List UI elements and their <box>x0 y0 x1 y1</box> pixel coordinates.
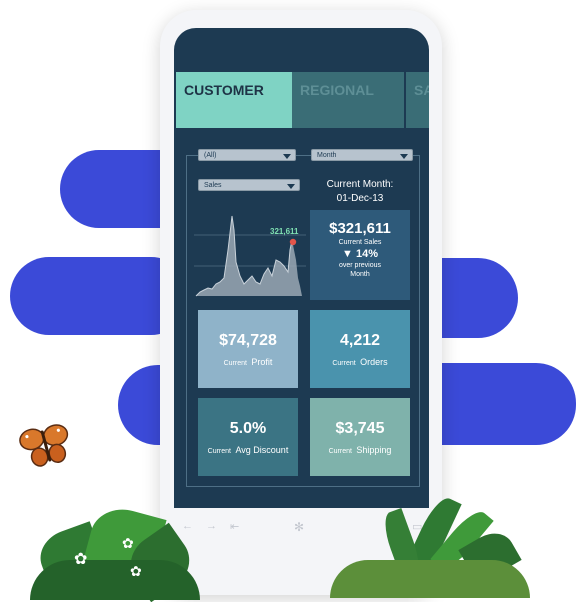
discount-label-main: Avg Discount <box>235 445 289 455</box>
orders-value: 4,212 <box>339 332 381 349</box>
orders-card[interactable]: 4,212 Current Orders <box>310 310 410 388</box>
sparkline-last-label: 321,611 <box>270 227 299 236</box>
leaf <box>30 560 200 600</box>
sparkline-last-point <box>289 238 297 246</box>
profit-label: Current Profit <box>198 352 298 370</box>
discount-card[interactable]: 5.0% Current Avg Discount <box>198 398 298 476</box>
profit-value: $74,728 <box>219 332 277 349</box>
foliage-right <box>330 490 530 598</box>
segment-dropdown[interactable]: (All) <box>198 149 296 161</box>
tableau-logo-icon[interactable]: ✻ <box>294 520 304 534</box>
segment-dropdown-value: (All) <box>204 152 217 159</box>
chevron-down-icon <box>283 154 291 159</box>
profit-card[interactable]: $74,728 Current Profit <box>198 310 298 388</box>
dashboard-screen: CUSTOMER REGIONAL SA (All) Month Sales C… <box>174 28 429 508</box>
shipping-value: $3,745 <box>335 420 385 437</box>
sales-change-value: 14% <box>355 248 378 260</box>
shipping-label: Current Shipping <box>310 440 410 458</box>
down-triangle-icon: ▼ <box>342 248 356 260</box>
butterfly-icon <box>19 424 69 467</box>
discount-label: Current Avg Discount <box>198 440 298 458</box>
flower-icon: ✿ <box>122 535 134 551</box>
profit-label-main: Profit <box>251 357 273 367</box>
grass <box>330 560 530 598</box>
current-month-value: 01-Dec-13 <box>336 193 384 204</box>
sales-change: ▼ 14% <box>310 248 410 260</box>
current-month-title: Current Month: 01-Dec-13 <box>310 178 410 206</box>
sales-label: Current Sales <box>338 239 382 246</box>
forward-arrow-icon[interactable]: → <box>206 520 217 532</box>
foliage-left: ✿ ✿ ✿ <box>30 501 201 602</box>
discount-label-small: Current <box>207 448 231 455</box>
discount-value: 5.0% <box>229 420 267 437</box>
tab-regional[interactable]: REGIONAL <box>292 72 404 128</box>
chevron-down-icon <box>400 154 408 159</box>
sales-value: $321,611 <box>329 220 391 237</box>
profit-label-small: Current <box>223 360 247 367</box>
tab-sales[interactable]: SA <box>406 72 429 128</box>
flower-icon: ✿ <box>130 563 142 579</box>
sales-sparkline: 321,611 <box>194 215 306 297</box>
orders-label: Current Orders <box>310 352 410 370</box>
revert-icon[interactable]: ⇤ <box>230 520 239 533</box>
flower-icon: ✿ <box>74 551 88 568</box>
shipping-card[interactable]: $3,745 Current Shipping <box>310 398 410 476</box>
tab-customer[interactable]: CUSTOMER <box>176 72 292 128</box>
sales-change-note: over previous Month <box>338 262 382 278</box>
decor-blob <box>420 363 576 445</box>
orders-label-small: Current <box>332 360 356 367</box>
tab-bar: CUSTOMER REGIONAL SA <box>174 72 429 128</box>
shipping-label-main: Shipping <box>356 445 392 455</box>
chevron-down-icon <box>287 184 295 189</box>
current-month-label: Current Month: <box>326 179 394 190</box>
measure-dropdown-value: Sales <box>204 182 222 189</box>
sales-card[interactable]: $321,611 Current Sales ▼ 14% over previo… <box>310 210 410 300</box>
period-dropdown-value: Month <box>317 152 337 159</box>
orders-label-main: Orders <box>360 357 388 367</box>
shipping-label-small: Current <box>328 448 352 455</box>
period-dropdown[interactable]: Month <box>311 149 413 161</box>
measure-dropdown[interactable]: Sales <box>198 179 300 191</box>
